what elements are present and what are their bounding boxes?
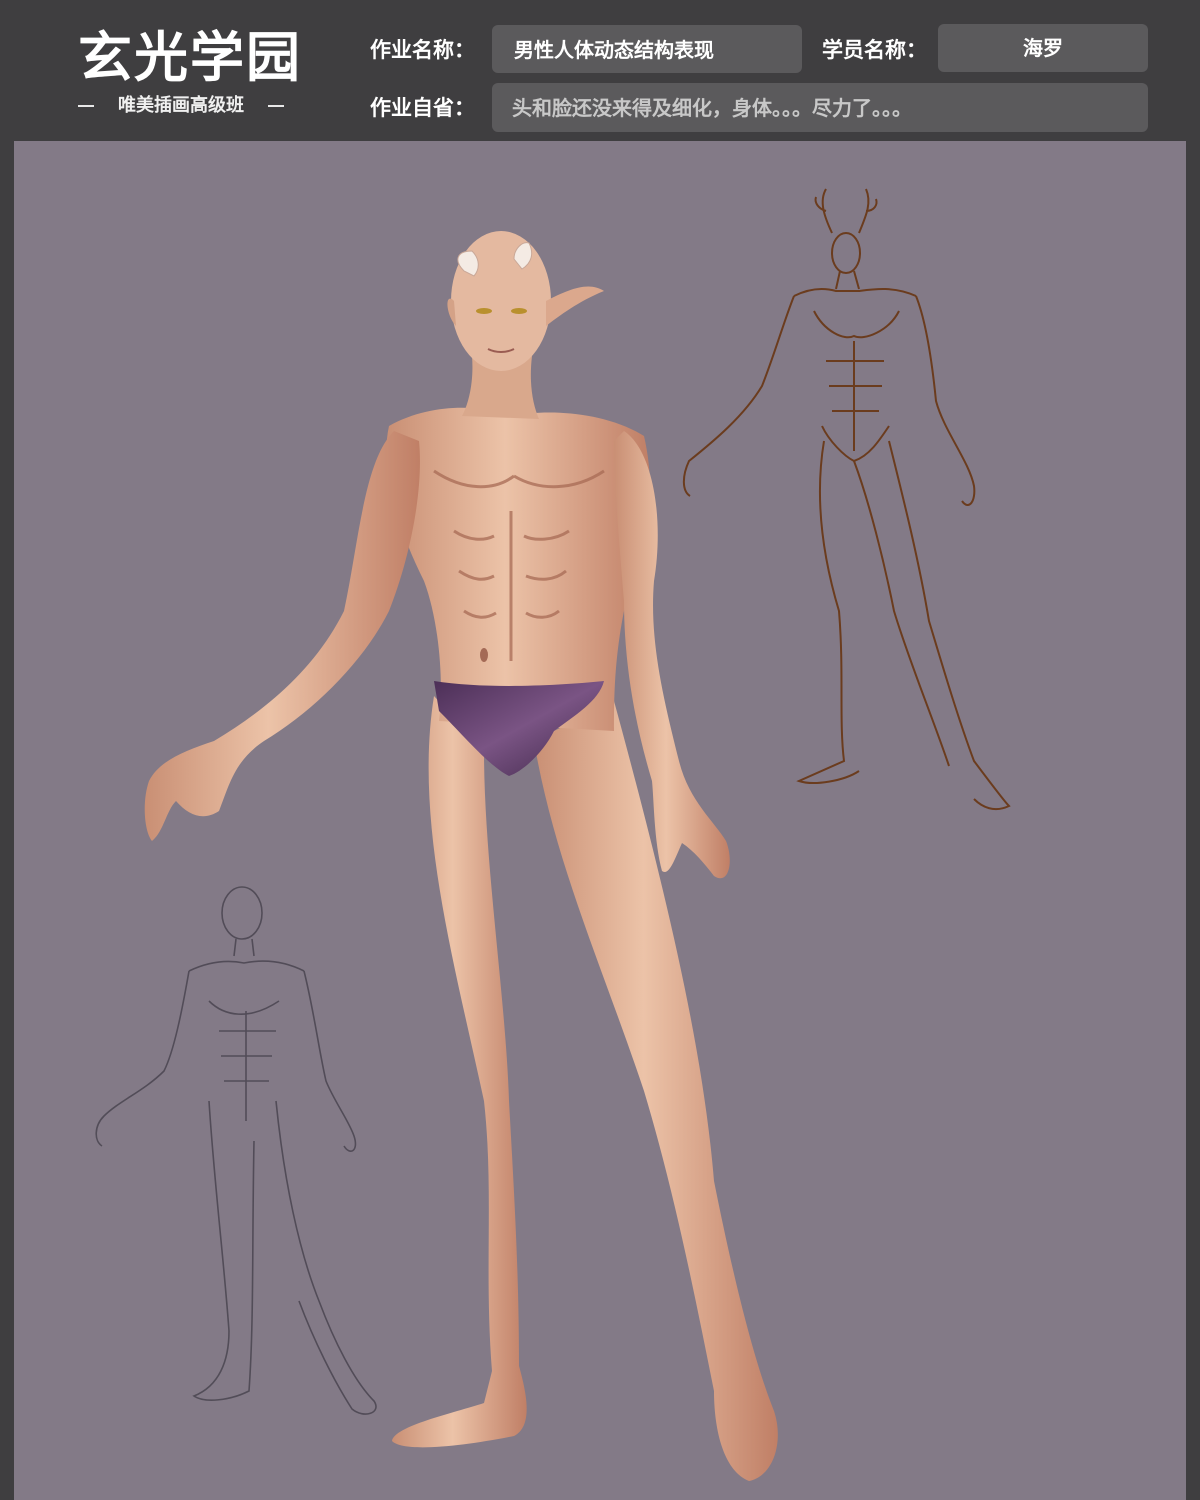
logo-subtitle-text: 唯美插画高级班 [118,95,244,116]
figure-left-arm [144,431,420,841]
painted-figure [144,231,778,1481]
assignment-name-label: 作业名称： [370,38,475,62]
figure-torso [386,407,651,731]
artwork-canvas [14,141,1186,1500]
self-review-label: 作业自省： [370,96,475,120]
logo-title: 玄光学园 [78,25,302,89]
artwork-illustration [95,188,1011,1481]
subtitle-right-dash [268,105,284,107]
self-review-field[interactable]: 头和脸还没来得及细化，身体。。。尽力了。。。 [492,83,1148,132]
figure-left-leg [392,696,527,1448]
logo-subtitle: 唯美插画高级班 [78,94,284,118]
header: 玄光学园 唯美插画高级班 作业名称： 男性人体动态结构表现 学员名称： 海罗 作… [0,0,1200,140]
student-name-field[interactable]: 海罗 [938,24,1148,72]
figure-navel [480,648,488,662]
figure-right-ear [546,286,604,326]
student-name-label: 学员名称： [822,38,927,62]
gray-pencil-sketch [95,886,377,1415]
brown-line-sketch [682,188,1011,810]
figure-left-eye [476,308,492,314]
assignment-name-field[interactable]: 男性人体动态结构表现 [492,25,802,73]
figure-right-eye [511,308,527,314]
subtitle-left-dash [78,105,94,107]
